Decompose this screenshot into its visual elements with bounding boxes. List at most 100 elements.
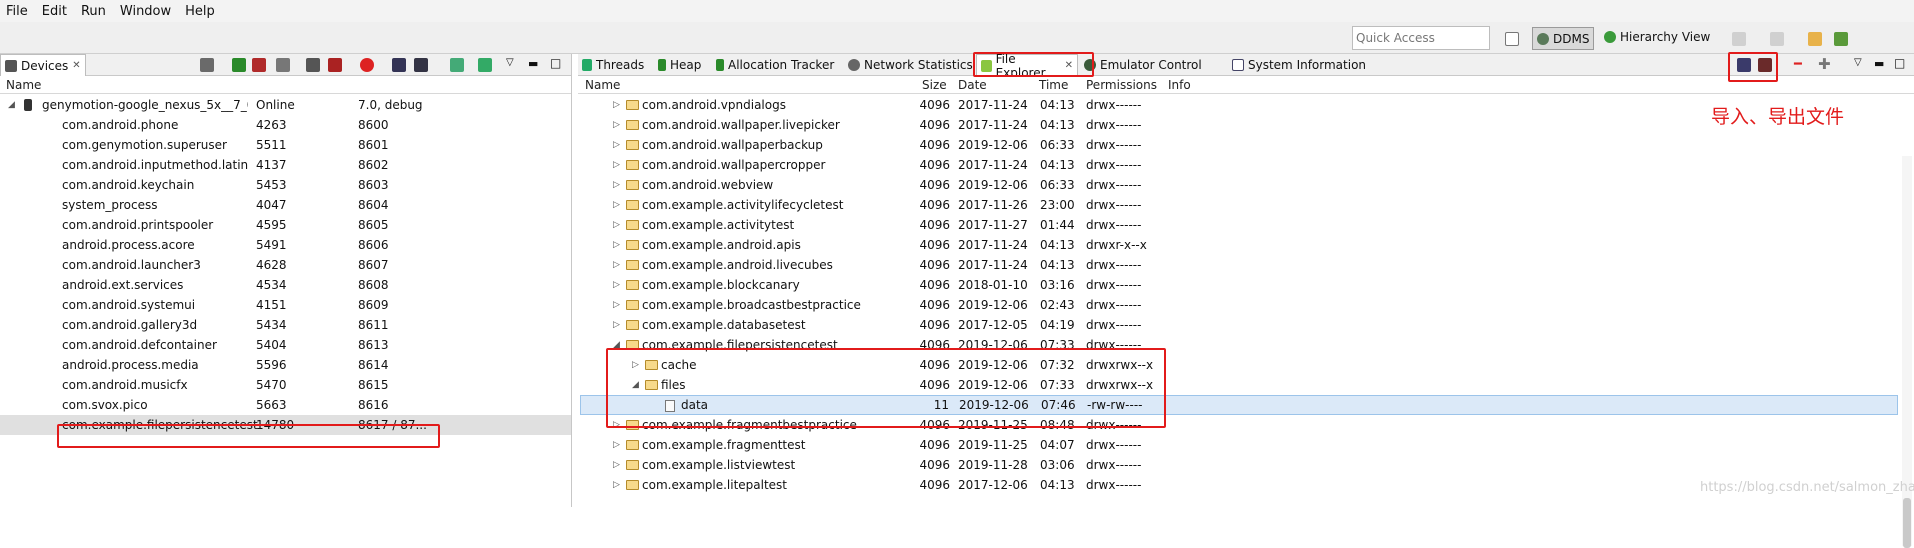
expand-icon[interactable]: ▷ [613, 320, 620, 330]
process-row[interactable]: com.svox.pico 5663 8616 [0, 395, 571, 415]
process-row[interactable]: com.android.inputmethod.latin 4137 8602 [0, 155, 571, 175]
file-date: 2017-11-24 [958, 98, 1028, 112]
process-row[interactable]: com.android.defcontainer 5404 8613 [0, 335, 571, 355]
scrollbar-thumb[interactable] [1903, 498, 1911, 548]
ddms-perspective-button[interactable]: DDMS [1532, 27, 1595, 50]
method-profiling-icon[interactable] [328, 58, 342, 72]
menu-file[interactable]: File [6, 4, 28, 19]
new-folder-icon[interactable]: ✚ [1818, 55, 1831, 73]
process-row[interactable]: system_process 4047 8604 [0, 195, 571, 215]
process-row[interactable]: android.process.media 5596 8614 [0, 355, 571, 375]
col-date[interactable]: Date [958, 78, 987, 92]
expand-icon[interactable]: ▷ [613, 460, 620, 470]
folder-row[interactable]: ▷ com.example.android.livecubes 4096 2017… [580, 255, 1898, 275]
folder-row[interactable]: ▷ com.android.wallpaperbackup 4096 2019-1… [580, 135, 1898, 155]
tab-network-statistics[interactable]: Network Statistics [844, 54, 977, 76]
view-menu-icon[interactable]: ▽ [1854, 57, 1862, 68]
folder-row[interactable]: ▷ com.example.activitylifecycletest 4096 … [580, 195, 1898, 215]
expand-icon[interactable]: ▷ [613, 180, 620, 190]
dump-hprof-icon[interactable] [252, 58, 266, 72]
file-time: 03:06 [1040, 458, 1075, 472]
process-row[interactable]: com.android.systemui 4151 8609 [0, 295, 571, 315]
close-icon[interactable]: ✕ [72, 60, 80, 71]
process-row[interactable]: android.process.acore 5491 8606 [0, 235, 571, 255]
minimize-icon[interactable]: ▬ [1874, 57, 1884, 70]
col-name[interactable]: Name [585, 78, 620, 92]
expand-icon[interactable]: ▷ [613, 120, 620, 130]
file-permissions: drwx------ [1086, 138, 1142, 152]
tab-threads[interactable]: Threads [578, 54, 648, 76]
expand-icon[interactable]: ▷ [613, 100, 620, 110]
tab-emulator-control[interactable]: Emulator Control [1080, 54, 1206, 76]
update-threads-icon[interactable] [306, 58, 320, 72]
folder-row[interactable]: ▷ com.example.android.apis 4096 2017-11-2… [580, 235, 1898, 255]
debug-icon[interactable] [200, 58, 214, 72]
folder-row[interactable]: ▷ com.example.listviewtest 4096 2019-11-2… [580, 455, 1898, 475]
expand-icon[interactable]: ▷ [613, 280, 620, 290]
expand-icon[interactable]: ▷ [613, 240, 620, 250]
col-size[interactable]: Size [922, 78, 947, 92]
tab-devices[interactable]: Devices ✕ [0, 54, 86, 76]
quick-access-input[interactable]: Quick Access [1352, 26, 1490, 50]
opengl-trace-icon[interactable] [478, 58, 492, 72]
folder-row[interactable]: ▷ com.android.webview 4096 2019-12-06 06:… [580, 175, 1898, 195]
process-row[interactable]: com.android.phone 4263 8600 [0, 115, 571, 135]
process-row[interactable]: com.android.printspooler 4595 8605 [0, 215, 571, 235]
tab-allocation-tracker[interactable]: Allocation Tracker [712, 54, 838, 76]
device-row[interactable]: ◢ genymotion-google_nexus_5x__7_0_ Onlin… [0, 95, 571, 115]
minimize-icon[interactable]: ▬ [528, 57, 538, 70]
menu-window[interactable]: Window [120, 4, 171, 19]
expand-icon[interactable]: ▷ [613, 220, 620, 230]
dump-view-icon[interactable] [414, 58, 428, 72]
systrace-icon[interactable] [450, 58, 464, 72]
folder-row[interactable]: ▷ com.example.databasetest 4096 2017-12-0… [580, 315, 1898, 335]
menu-help[interactable]: Help [185, 4, 215, 19]
stop-icon[interactable] [360, 58, 374, 72]
menu-run[interactable]: Run [81, 4, 106, 19]
toolbar-action-icon[interactable] [1770, 32, 1784, 46]
folder-row[interactable]: ▷ com.example.fragmenttest 4096 2019-11-2… [580, 435, 1898, 455]
expand-icon[interactable]: ▷ [613, 260, 620, 270]
col-info[interactable]: Info [1168, 78, 1191, 92]
toolbar-action-icon[interactable] [1834, 32, 1848, 46]
folder-row[interactable]: ▷ com.android.wallpaper.livepicker 4096 2… [580, 115, 1898, 135]
menu-edit[interactable]: Edit [42, 4, 67, 19]
screen-capture-icon[interactable] [392, 58, 406, 72]
delete-icon[interactable]: ━ [1794, 57, 1802, 72]
file-permissions: drwx------ [1086, 98, 1142, 112]
expand-icon[interactable]: ▷ [613, 480, 620, 490]
collapse-icon[interactable]: ◢ [8, 100, 15, 110]
process-row[interactable]: com.android.launcher3 4628 8607 [0, 255, 571, 275]
folder-row[interactable]: ▷ com.android.vpndialogs 4096 2017-11-24 … [580, 95, 1898, 115]
process-row[interactable]: com.genymotion.superuser 5511 8601 [0, 135, 571, 155]
expand-icon[interactable]: ▷ [613, 160, 620, 170]
process-name: com.genymotion.superuser [62, 138, 227, 152]
tab-heap[interactable]: Heap [654, 54, 705, 76]
process-row[interactable]: com.android.keychain 5453 8603 [0, 175, 571, 195]
file-permissions: drwx------ [1086, 298, 1142, 312]
maximize-icon[interactable]: □ [1894, 56, 1905, 70]
toolbar-action-icon[interactable] [1732, 32, 1746, 46]
col-time[interactable]: Time [1039, 78, 1068, 92]
folder-row[interactable]: ▷ com.example.blockcanary 4096 2018-01-10… [580, 275, 1898, 295]
view-menu-icon[interactable]: ▽ [506, 57, 514, 68]
folder-row[interactable]: ▷ com.example.broadcastbestpractice 4096 … [580, 295, 1898, 315]
process-row[interactable]: com.android.musicfx 5470 8615 [0, 375, 571, 395]
toolbar-action-icon[interactable] [1808, 32, 1822, 46]
tab-emulator-label: Emulator Control [1100, 58, 1202, 72]
tab-system-information[interactable]: System Information [1228, 54, 1370, 76]
expand-icon[interactable]: ▷ [613, 440, 620, 450]
expand-icon[interactable]: ▷ [613, 200, 620, 210]
maximize-icon[interactable]: □ [550, 56, 561, 70]
expand-icon[interactable]: ▷ [613, 140, 620, 150]
gc-icon[interactable] [276, 58, 290, 72]
process-row[interactable]: android.ext.services 4534 8608 [0, 275, 571, 295]
col-permissions[interactable]: Permissions [1086, 78, 1157, 92]
folder-row[interactable]: ▷ com.android.wallpapercropper 4096 2017-… [580, 155, 1898, 175]
process-row[interactable]: com.android.gallery3d 5434 8611 [0, 315, 571, 335]
expand-icon[interactable]: ▷ [613, 300, 620, 310]
open-perspective-icon[interactable] [1505, 32, 1519, 46]
update-heap-icon[interactable] [232, 58, 246, 72]
folder-row[interactable]: ▷ com.example.activitytest 4096 2017-11-2… [580, 215, 1898, 235]
hierarchy-view-button[interactable]: Hierarchy View [1604, 30, 1710, 44]
